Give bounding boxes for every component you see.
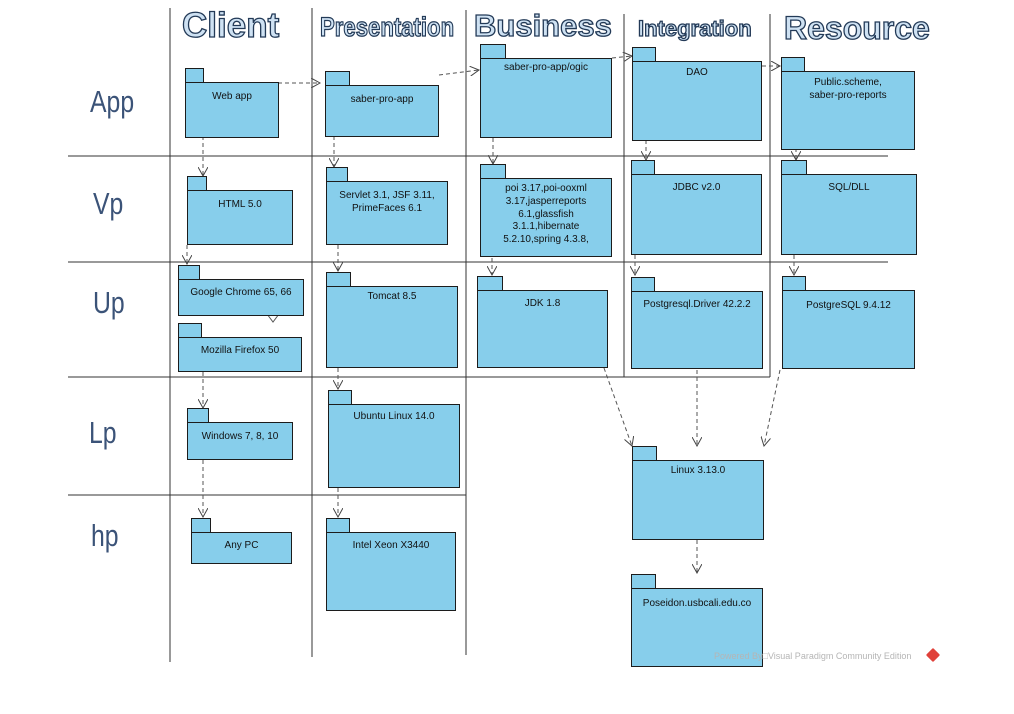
- package-dao: DAO: [632, 47, 762, 141]
- package-label: Postgresql.Driver 42.2.2: [631, 291, 763, 369]
- package-ubuntu: Ubuntu Linux 14.0: [328, 390, 460, 488]
- package-linux: Linux 3.13.0: [632, 446, 764, 540]
- package-tomcat: Tomcat 8.5: [326, 272, 458, 368]
- package-label: JDK 1.8: [477, 290, 608, 368]
- column-heading-integration: Integration: [637, 15, 752, 41]
- package-chrome: Google Chrome 65, 66: [178, 265, 304, 316]
- package-label: Ubuntu Linux 14.0: [328, 404, 460, 488]
- package-any-pc: Any PC: [191, 518, 292, 564]
- package-servlet: Servlet 3.1, JSF 3.11, PrimeFaces 6.1: [326, 167, 448, 245]
- package-label: Public.scheme, saber-pro-reports: [781, 71, 915, 150]
- package-label: Web app: [185, 82, 279, 138]
- row-heading-hp: hp: [91, 518, 119, 553]
- package-label: poi 3.17,poi-ooxml 3.17,jasperreports 6.…: [480, 178, 612, 257]
- package-label: Google Chrome 65, 66: [178, 279, 304, 316]
- column-heading-resource: Resource: [783, 9, 930, 46]
- package-label: saber-pro-app/ogic: [480, 58, 612, 138]
- package-sql-dll: SQL/DLL: [781, 160, 917, 255]
- package-jdbc: JDBC v2.0: [631, 160, 762, 255]
- package-firefox: Mozilla Firefox 50: [178, 323, 302, 372]
- package-label: Any PC: [191, 532, 292, 564]
- package-label: SQL/DLL: [781, 174, 917, 255]
- package-label: Tomcat 8.5: [326, 286, 458, 368]
- package-label: Windows 7, 8, 10: [187, 422, 293, 460]
- package-html5: HTML 5.0: [187, 176, 293, 245]
- row-heading-up: Up: [93, 285, 125, 320]
- package-label: Mozilla Firefox 50: [178, 337, 302, 372]
- package-label: DAO: [632, 61, 762, 141]
- package-label: Servlet 3.1, JSF 3.11, PrimeFaces 6.1: [326, 181, 448, 245]
- deployment-diagram: Client Presentation Business Integration…: [0, 0, 1014, 714]
- column-heading-business: Business: [473, 7, 612, 43]
- column-heading-client: Client: [181, 5, 280, 45]
- watermark-text: Powered By□Visual Paradigm Community Edi…: [714, 651, 912, 661]
- column-heading-presentation: Presentation: [319, 11, 455, 42]
- row-heading-lp: Lp: [89, 415, 117, 450]
- row-heading-app: App: [90, 84, 135, 119]
- package-web-app: Web app: [185, 68, 279, 138]
- package-saber-pro-app: saber-pro-app: [325, 71, 439, 137]
- package-label: PostgreSQL 9.4.12: [782, 290, 915, 369]
- package-windows: Windows 7, 8, 10: [187, 408, 293, 460]
- package-label: Linux 3.13.0: [632, 460, 764, 540]
- package-saber-pro-logic: saber-pro-app/ogic: [480, 44, 612, 138]
- package-jdk: JDK 1.8: [477, 276, 608, 368]
- package-postgresql-driver: Postgresql.Driver 42.2.2: [631, 277, 763, 369]
- package-postgresql: PostgreSQL 9.4.12: [782, 276, 915, 369]
- package-label: JDBC v2.0: [631, 174, 762, 255]
- package-label: saber-pro-app: [325, 85, 439, 137]
- package-poi: poi 3.17,poi-ooxml 3.17,jasperreports 6.…: [480, 164, 612, 257]
- package-public-scheme: Public.scheme, saber-pro-reports: [781, 57, 915, 150]
- package-label: Intel Xeon X3440: [326, 532, 456, 611]
- row-heading-vp: Vp: [93, 186, 124, 221]
- package-xeon: Intel Xeon X3440: [326, 518, 456, 611]
- package-label: HTML 5.0: [187, 190, 293, 245]
